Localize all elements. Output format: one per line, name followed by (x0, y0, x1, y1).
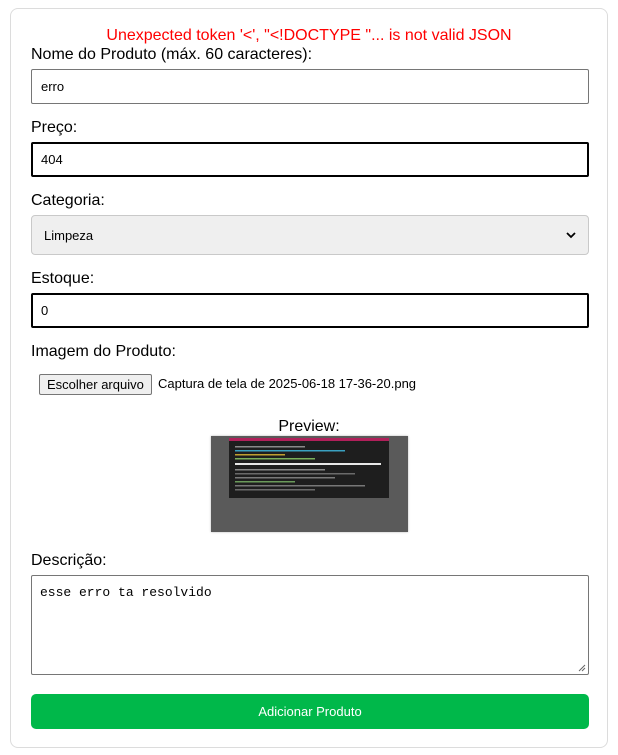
choose-file-button[interactable]: Escolher arquivo (39, 374, 152, 395)
price-value: 404 (41, 152, 63, 167)
product-name-value: erro (41, 79, 65, 94)
description-value: esse erro ta resolvido (40, 585, 212, 600)
category-selected-value: Limpeza (44, 227, 94, 243)
product-name-label: Nome do Produto (máx. 60 caracteres): (31, 46, 313, 63)
add-product-button[interactable]: Adicionar Produto (31, 694, 589, 729)
category-label: Categoria: (31, 192, 105, 209)
price-input[interactable]: 404 (31, 142, 589, 177)
chevron-down-icon (566, 232, 576, 239)
preview-label: Preview: (278, 418, 340, 435)
stock-label: Estoque: (31, 270, 95, 287)
image-preview (211, 436, 408, 532)
stock-value: 0 (41, 303, 49, 318)
image-label: Imagem do Produto: (31, 343, 176, 360)
category-select[interactable]: Limpeza (31, 215, 589, 255)
product-name-input[interactable]: erro (31, 69, 589, 104)
screenshot-thumbnail-image (211, 436, 408, 532)
resize-handle-icon[interactable] (578, 664, 586, 672)
selected-file-name: Captura de tela de 2025-06-18 17-36-20.p… (158, 376, 417, 391)
description-label: Descrição: (31, 552, 107, 569)
error-message: Unexpected token '<', "<!DOCTYPE "... is… (106, 27, 512, 44)
description-textarea[interactable]: esse erro ta resolvido (31, 575, 589, 675)
stock-input[interactable]: 0 (31, 293, 589, 328)
price-label: Preço: (31, 119, 78, 136)
